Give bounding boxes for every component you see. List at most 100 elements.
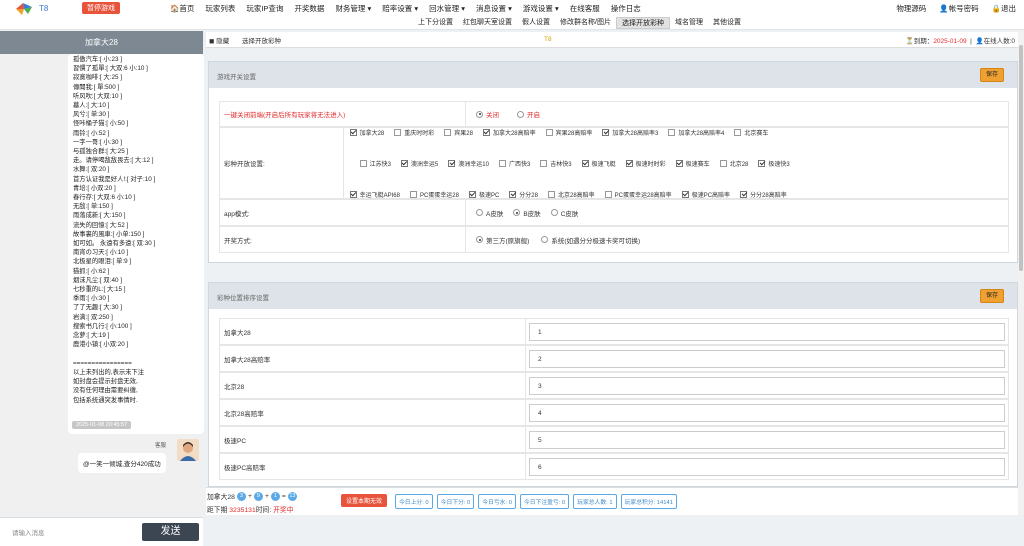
subnav-fake-user[interactable]: 假人设置: [517, 17, 555, 29]
game-checkbox[interactable]: PC蛋蛋幸运28: [409, 190, 459, 199]
frontend-switch-label: 一键关闭前端(开启后所有玩家将无法进入): [220, 102, 466, 126]
sort-row: 极速PC 5: [219, 426, 1009, 453]
subnav-group-name[interactable]: 修改群名称/图片: [555, 17, 616, 29]
checkbox-icon: [444, 128, 452, 136]
game-checkbox[interactable]: 幸运飞艇API68: [349, 190, 400, 199]
chat-input[interactable]: 请输入消息: [12, 527, 45, 537]
expire-date: 2025-01-09: [933, 38, 967, 45]
game-checkbox[interactable]: 重庆时时彩: [394, 128, 434, 137]
game-checkbox[interactable]: 澳洲幸运10: [448, 159, 489, 168]
radio-open[interactable]: 开启: [517, 109, 540, 119]
game-checkbox[interactable]: 加拿大28高赔率: [482, 128, 536, 137]
subnav-domain[interactable]: 域名管理: [670, 17, 708, 29]
tab-hide[interactable]: ◼ 隐藏: [209, 35, 229, 45]
game-label: 北京28高赔率: [557, 192, 595, 199]
nav-online-service[interactable]: 在线客服: [570, 3, 600, 14]
sort-value-input[interactable]: 4: [529, 403, 1005, 422]
sort-value-input[interactable]: 5: [529, 430, 1005, 449]
nav-game-settings[interactable]: 游戏设置 ▾: [523, 3, 559, 14]
tab-open-games[interactable]: 选择开放彩种: [242, 35, 281, 45]
sort-value-cell: 1: [526, 319, 1008, 344]
game-checkbox[interactable]: 极速快3: [758, 159, 790, 168]
subnav-redpacket[interactable]: 红包聊天室设置: [458, 17, 517, 29]
sort-value-input[interactable]: 6: [529, 457, 1005, 476]
subnav-updown[interactable]: 上下分设置: [413, 17, 458, 29]
game-checkbox[interactable]: 宾果28: [444, 128, 473, 137]
game-checkbox[interactable]: 加拿大28高赔率4: [668, 128, 724, 137]
game-label: 重庆时时彩: [404, 130, 435, 137]
nav-message[interactable]: 消息设置 ▾: [476, 3, 512, 14]
save-button[interactable]: 保存: [980, 289, 1004, 303]
checkbox-icon: [668, 128, 676, 136]
radio-skin-c[interactable]: C皮肤: [550, 208, 578, 218]
bet-line: 搜索书几行:[ 小:100 ]: [73, 322, 132, 330]
nav-player-list[interactable]: 玩家列表: [205, 3, 235, 14]
subnav-open-games[interactable]: 选择开放彩种: [615, 17, 670, 29]
game-checkbox[interactable]: 广西快3: [498, 159, 530, 168]
game-checkbox[interactable]: 极速赛车: [675, 159, 710, 168]
nav-lottery-data[interactable]: 开奖数据: [294, 3, 324, 14]
send-button[interactable]: 发送: [142, 523, 199, 541]
bet-line: 了了无趣:[ 大:30 ]: [73, 304, 122, 312]
checkbox-icon: [604, 190, 612, 198]
radio-system[interactable]: 系统(如遇分分极速卡奖可切换): [541, 235, 640, 245]
game-checkbox[interactable]: PC蛋蛋幸运28高赔率: [604, 190, 672, 199]
nav-rebate[interactable]: 回水管理 ▾: [429, 3, 465, 14]
game-checkbox[interactable]: 极速飞艇: [581, 159, 616, 168]
radio-icon: [476, 209, 483, 216]
nav-odds[interactable]: 赔率设置 ▾: [382, 3, 418, 14]
game-checkbox[interactable]: 江苏快3: [359, 159, 391, 168]
app-logo-icon: [16, 3, 32, 15]
invalidate-issue-button[interactable]: 设置本期无效: [341, 494, 388, 507]
account-password-link[interactable]: 👤帐号密码: [939, 3, 978, 14]
bet-line: 念萝:[ 大:19 ]: [73, 332, 110, 340]
sort-value-cell: 6: [526, 454, 1008, 479]
bet-line: [73, 350, 199, 359]
game-checkbox[interactable]: 极速PC: [468, 190, 499, 199]
game-checkbox[interactable]: 极速PC高赔率: [681, 190, 730, 199]
bet-line: 故事裏的風車:[ 小单:150 ]: [73, 230, 145, 238]
radio-close[interactable]: 关闭: [476, 109, 499, 119]
radio-third-party[interactable]: 第三方(原旗舰): [476, 235, 529, 245]
checkbox-icon: [394, 128, 402, 136]
logout-link[interactable]: 🔒退出: [992, 3, 1016, 14]
game-checkbox[interactable]: 极速时时彩: [625, 159, 666, 168]
sort-value-input[interactable]: 1: [529, 322, 1005, 341]
sort-value-input[interactable]: 3: [529, 376, 1005, 395]
message-bubble: @一笑一倾城,查分420成功: [78, 453, 166, 473]
bet-line: 水舞:[ 双:20 ]: [73, 166, 110, 174]
panel-header: 彩种位置排序设置 保存: [209, 283, 1017, 309]
scrollbar-thumb[interactable]: [1019, 45, 1023, 271]
stop-game-button[interactable]: 暂停游戏: [82, 2, 120, 14]
game-checkbox[interactable]: 北京赛车: [734, 128, 768, 137]
nav-player-ip[interactable]: 玩家IP查询: [246, 3, 283, 14]
sort-value-input[interactable]: 2: [529, 349, 1005, 368]
nav-op-log[interactable]: 操作日志: [611, 3, 641, 14]
save-button[interactable]: 保存: [980, 68, 1004, 82]
game-checkbox[interactable]: 宾果28高赔率: [545, 128, 592, 137]
game-label: 分分28: [519, 192, 538, 199]
checkbox-icon: [349, 128, 357, 136]
stat-badge: 玩家总积分: 14141: [620, 494, 677, 509]
game-checkbox[interactable]: 澳洲幸运5: [400, 159, 438, 168]
nav-home[interactable]: 🏠首页: [170, 3, 194, 14]
game-checkbox[interactable]: 加拿大28高赔率3: [602, 128, 658, 137]
radio-icon: [550, 209, 558, 216]
game-checkbox[interactable]: 北京28高赔率: [547, 190, 595, 199]
draw-mode-options: 第三方(原旗舰) 系统(如遇分分极速卡奖可切换): [466, 227, 1008, 252]
main-nav: 🏠首页 玩家列表 玩家IP查询 开奖数据 财务管理 ▾ 赔率设置 ▾ 回水管理 …: [170, 3, 641, 14]
bet-line: 烟沫凡尘:[ 双:40 ]: [73, 276, 122, 284]
subnav-other[interactable]: 其他设置: [708, 17, 746, 29]
radio-skin-b[interactable]: B皮肤: [513, 208, 541, 218]
game-checkbox[interactable]: 加拿大28: [349, 128, 384, 137]
page-scrollbar[interactable]: [1018, 31, 1024, 515]
game-checkbox[interactable]: 分分28: [509, 190, 538, 199]
radio-skin-a[interactable]: A皮肤: [476, 208, 503, 218]
game-checkbox[interactable]: 分分28高赔率: [740, 190, 787, 199]
game-checkbox[interactable]: 北京28: [719, 159, 748, 168]
nav-finance[interactable]: 财务管理 ▾: [335, 3, 371, 14]
game-label: 极速时时彩: [635, 161, 666, 168]
game-checkbox[interactable]: 吉林快3: [540, 159, 572, 168]
sort-value-cell: 3: [526, 373, 1008, 398]
source-link[interactable]: 物理源码: [896, 3, 926, 14]
